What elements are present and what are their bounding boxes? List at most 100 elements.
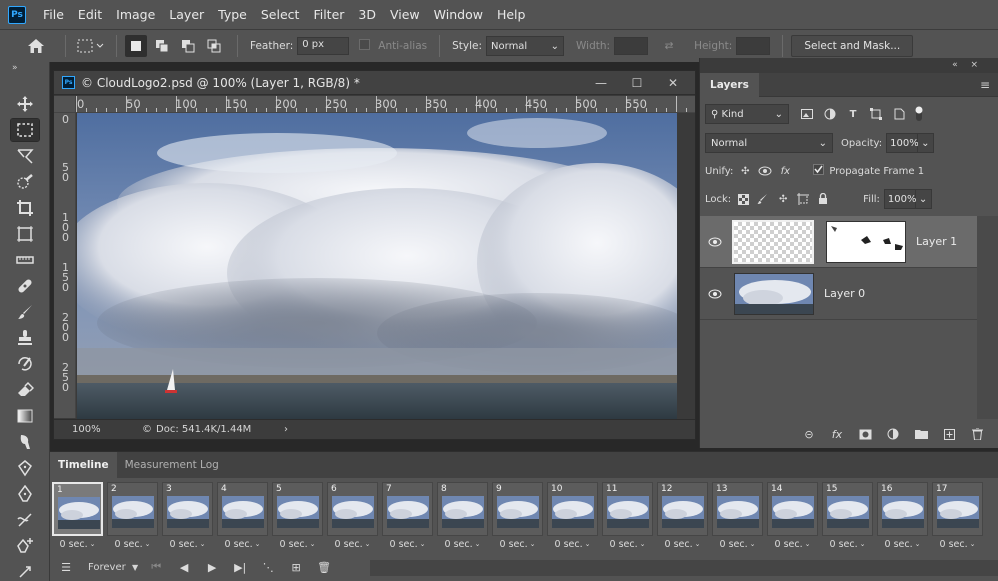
gradient-tool[interactable] xyxy=(0,403,50,429)
move-tool[interactable] xyxy=(0,91,50,117)
play-icon[interactable]: ▶ xyxy=(198,557,226,577)
anchor-tool[interactable] xyxy=(0,559,50,581)
frame-delay[interactable]: 0 sec. ⌄ xyxy=(877,536,928,552)
new-selection-icon[interactable] xyxy=(125,35,147,57)
adjustment-layer-icon[interactable] xyxy=(882,424,904,444)
link-layers-icon[interactable]: ⊝ xyxy=(798,424,820,444)
horizontal-ruler[interactable]: 0 50 100 150 200 250 300 350 400 450 500… xyxy=(76,96,695,113)
frame-box[interactable]: 6 xyxy=(327,482,378,536)
frame-delay[interactable]: 0 sec. ⌄ xyxy=(932,536,983,552)
frame-box[interactable]: 1 xyxy=(52,482,103,536)
folder-icon[interactable] xyxy=(910,424,932,444)
menu-help[interactable]: Help xyxy=(490,7,533,22)
close-panel-icon[interactable]: × xyxy=(970,60,978,70)
timeline-scrollbar[interactable] xyxy=(370,560,998,576)
timeline-frame[interactable]: 5 0 sec. ⌄ xyxy=(272,482,323,554)
trash-icon[interactable] xyxy=(966,424,988,444)
layer-mask-thumbnail[interactable] xyxy=(826,220,906,263)
frame-box[interactable]: 16 xyxy=(877,482,928,536)
lasso-tool[interactable] xyxy=(0,143,50,169)
menu-type[interactable]: Type xyxy=(211,7,254,22)
timeline-frame[interactable]: 4 0 sec. ⌄ xyxy=(217,482,268,554)
panel-menu-icon[interactable]: ≡ xyxy=(980,78,990,92)
style-select[interactable]: Normal ⌄ xyxy=(486,36,565,56)
timeline-frame[interactable]: 3 0 sec. ⌄ xyxy=(162,482,213,554)
propagate-checkbox[interactable] xyxy=(813,164,825,178)
layer-style-icon[interactable]: fx xyxy=(826,424,848,444)
frame-box[interactable]: 15 xyxy=(822,482,873,536)
fill-input[interactable]: 100% xyxy=(883,189,917,209)
minimize-icon[interactable]: — xyxy=(583,76,619,90)
timeline-menu-icon[interactable]: ☰ xyxy=(52,557,80,577)
timeline-frame[interactable]: 15 0 sec. ⌄ xyxy=(822,482,873,554)
frame-delay[interactable]: 0 sec. ⌄ xyxy=(437,536,488,552)
frame-delay[interactable]: 0 sec. ⌄ xyxy=(547,536,598,552)
timeline-frame[interactable]: 10 0 sec. ⌄ xyxy=(547,482,598,554)
brush-tool[interactable] xyxy=(0,299,50,325)
ruler-origin[interactable] xyxy=(54,96,76,113)
new-layer-icon[interactable] xyxy=(938,424,960,444)
frame-tool[interactable] xyxy=(0,221,50,247)
blend-mode-select[interactable]: Normal ⌄ xyxy=(705,133,833,153)
frame-box[interactable]: 11 xyxy=(602,482,653,536)
crop-tool[interactable] xyxy=(0,195,50,221)
frame-delay[interactable]: 0 sec. ⌄ xyxy=(712,536,763,552)
tool-preset-picker[interactable] xyxy=(74,35,108,57)
width-input[interactable] xyxy=(614,37,649,55)
timeline-frame[interactable]: 11 0 sec. ⌄ xyxy=(602,482,653,554)
add-selection-icon[interactable] xyxy=(151,35,173,57)
first-frame-icon[interactable]: ⏮ xyxy=(142,557,170,577)
pen-tool[interactable] xyxy=(0,481,50,507)
timeline-frame[interactable]: 6 0 sec. ⌄ xyxy=(327,482,378,554)
frame-box[interactable]: 14 xyxy=(767,482,818,536)
frame-delay[interactable]: 0 sec. ⌄ xyxy=(327,536,378,552)
collapse-toolbar-icon[interactable]: » xyxy=(0,62,49,74)
timeline-frame[interactable]: 14 0 sec. ⌄ xyxy=(767,482,818,554)
vertical-ruler[interactable]: 0 5 0 1 0 0 1 5 0 2 0 0 2 5 0 xyxy=(54,113,76,418)
lock-position-icon[interactable]: ✣ xyxy=(773,189,793,209)
timeline-frame[interactable]: 17 0 sec. ⌄ xyxy=(932,482,983,554)
timeline-frame[interactable]: 9 0 sec. ⌄ xyxy=(492,482,543,554)
status-menu-arrow[interactable]: › xyxy=(284,424,288,435)
menu-filter[interactable]: Filter xyxy=(306,7,351,22)
layer-row-layer-1[interactable]: Layer 1 xyxy=(700,216,977,268)
tab-measurement-log[interactable]: Measurement Log xyxy=(117,452,227,478)
history-brush-tool[interactable] xyxy=(0,351,50,377)
eraser-tool[interactable] xyxy=(0,377,50,403)
frame-box[interactable]: 8 xyxy=(437,482,488,536)
cloud-photo[interactable] xyxy=(77,113,677,421)
lock-artboard-icon[interactable] xyxy=(793,189,813,209)
stamp-tool[interactable] xyxy=(0,325,50,351)
quick-select-tool[interactable] xyxy=(0,169,50,195)
add-mask-icon[interactable] xyxy=(854,424,876,444)
filter-kind-select[interactable]: ⚲ Kind ⌄ xyxy=(705,104,789,124)
menu-edit[interactable]: Edit xyxy=(71,7,109,22)
frame-box[interactable]: 10 xyxy=(547,482,598,536)
layer-thumbnail[interactable] xyxy=(732,219,814,264)
filter-image-icon[interactable] xyxy=(797,104,817,124)
maximize-icon[interactable]: ☐ xyxy=(619,76,655,90)
tween-icon[interactable]: ⋱ xyxy=(254,557,282,577)
lock-pixels-icon[interactable] xyxy=(753,189,773,209)
timeline-frame[interactable]: 13 0 sec. ⌄ xyxy=(712,482,763,554)
timeline-frame[interactable]: 12 0 sec. ⌄ xyxy=(657,482,708,554)
subtract-selection-icon[interactable] xyxy=(177,35,199,57)
loop-select[interactable]: Forever xyxy=(88,562,132,573)
menu-select[interactable]: Select xyxy=(254,7,307,22)
frame-delay[interactable]: 0 sec. ⌄ xyxy=(382,536,433,552)
photoshop-logo-icon[interactable]: Ps xyxy=(8,5,26,24)
layer-thumbnail[interactable] xyxy=(734,272,814,315)
frame-box[interactable]: 9 xyxy=(492,482,543,536)
menu-layer[interactable]: Layer xyxy=(162,7,211,22)
timeline-frame[interactable]: 16 0 sec. ⌄ xyxy=(877,482,928,554)
visibility-eye-icon[interactable] xyxy=(700,289,730,299)
previous-frame-icon[interactable]: ◀ xyxy=(170,557,198,577)
swap-arrows-icon[interactable]: ⇄ xyxy=(658,35,680,57)
frame-delay[interactable]: 0 sec. ⌄ xyxy=(822,536,873,552)
canvas[interactable] xyxy=(77,113,677,421)
menu-window[interactable]: Window xyxy=(427,7,490,22)
frame-box[interactable]: 2 xyxy=(107,482,158,536)
layer-name[interactable]: Layer 0 xyxy=(824,287,865,300)
frame-delay[interactable]: 0 sec. ⌄ xyxy=(767,536,818,552)
lock-transparent-icon[interactable] xyxy=(733,189,753,209)
